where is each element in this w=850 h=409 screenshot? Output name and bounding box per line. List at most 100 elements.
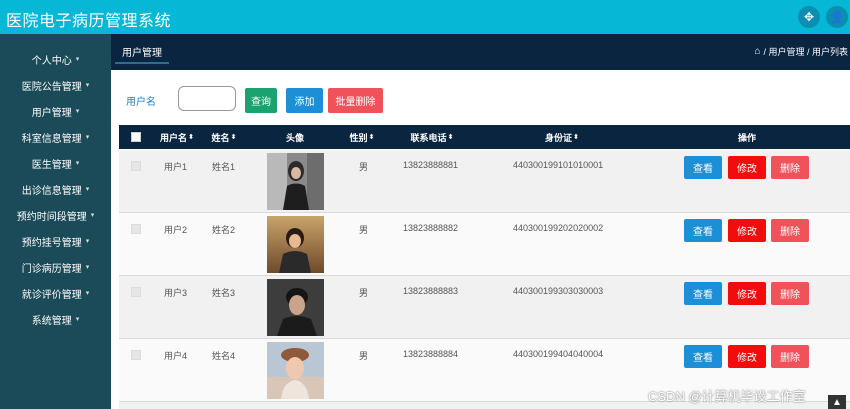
- edit-button[interactable]: 修改: [728, 345, 766, 368]
- chevron-down-icon: ▾: [90, 212, 95, 219]
- cell-id-card: 440300199303030003: [513, 286, 604, 296]
- cell-name: 姓名2: [212, 225, 236, 235]
- edit-button[interactable]: 修改: [728, 219, 766, 242]
- cell-phone: 13823888882: [403, 223, 459, 233]
- avatar: [267, 279, 324, 336]
- avatar: [267, 216, 324, 273]
- sort-icon[interactable]: ⬍: [231, 133, 237, 141]
- query-button[interactable]: 查询: [245, 88, 277, 113]
- row-checkbox[interactable]: [131, 161, 141, 171]
- sidebar-item-label: 用户管理: [31, 107, 72, 119]
- app-title: 医院电子病历管理系统: [6, 13, 172, 30]
- cell-id-card: 440300199404040004: [513, 349, 604, 359]
- breadcrumb: ⌂ / 用户管理 / 用户列表: [754, 45, 848, 58]
- cell-gender: 男: [359, 351, 369, 361]
- cell-id-card: 440300199202020002: [513, 223, 604, 233]
- delete-button[interactable]: 删除: [771, 282, 809, 305]
- delete-button[interactable]: 删除: [771, 219, 809, 242]
- chevron-down-icon: ▾: [75, 108, 80, 115]
- column-header-gender[interactable]: 性别 ⬍: [347, 125, 377, 149]
- select-all-checkbox[interactable]: [131, 132, 141, 142]
- top-bar: 医院电子病历管理系统 ✥ 👤: [0, 0, 850, 34]
- chevron-down-icon: ▾: [85, 186, 90, 193]
- sort-icon[interactable]: ⬍: [573, 133, 579, 141]
- chevron-down-icon: ▾: [85, 264, 90, 271]
- user-icon[interactable]: 👤: [826, 6, 848, 28]
- row-checkbox[interactable]: [131, 287, 141, 297]
- cell-id-card: 440300199101010001: [513, 160, 604, 170]
- column-header-label: 联系电话: [410, 132, 447, 143]
- column-header-actions: 操作: [737, 132, 756, 143]
- view-button[interactable]: 查看: [684, 156, 722, 179]
- home-icon[interactable]: ⌂: [754, 46, 760, 57]
- column-header-label: 性别: [349, 132, 368, 143]
- edit-button[interactable]: 修改: [728, 156, 766, 179]
- tab-user-management[interactable]: 用户管理: [115, 40, 169, 64]
- sidebar-item[interactable]: 系统管理 ▾: [0, 306, 111, 332]
- sidebar-item[interactable]: 个人中心 ▾: [0, 46, 111, 72]
- username-search-input[interactable]: [178, 86, 236, 111]
- column-header-label: 身份证: [545, 132, 573, 143]
- edit-button[interactable]: 修改: [728, 282, 766, 305]
- column-header-username[interactable]: 用户名 ⬍: [159, 125, 195, 149]
- sidebar-item-label: 预约挂号管理: [21, 237, 82, 249]
- sidebar-item[interactable]: 医生管理 ▾: [0, 150, 111, 176]
- search-label: 用户名: [126, 97, 156, 108]
- column-header-label: 姓名: [211, 132, 230, 143]
- nav-bar: 用户管理 ⌂ / 用户管理 / 用户列表: [111, 34, 850, 70]
- chevron-down-icon: ▾: [75, 56, 80, 63]
- sidebar-item-label: 医院公告管理: [21, 81, 82, 93]
- watermark: CSDN @计算机毕设工作室: [648, 389, 806, 404]
- column-header-name[interactable]: 姓名 ⬍: [209, 125, 239, 149]
- cell-username: 用户1: [164, 162, 188, 172]
- add-button[interactable]: 添加: [286, 88, 323, 113]
- breadcrumb-text: / 用户管理 / 用户列表: [763, 47, 848, 57]
- column-header-label: 用户名: [160, 132, 188, 143]
- row-checkbox[interactable]: [131, 350, 141, 360]
- cell-username: 用户4: [164, 351, 188, 361]
- sidebar-item[interactable]: 科室信息管理 ▾: [0, 124, 111, 150]
- fullscreen-icon[interactable]: ✥: [798, 6, 820, 28]
- batch-delete-button[interactable]: 批量删除: [328, 88, 383, 113]
- sidebar-item-label: 系统管理: [31, 315, 72, 327]
- view-button[interactable]: 查看: [684, 282, 722, 305]
- sidebar-item[interactable]: 出诊信息管理 ▾: [0, 176, 111, 202]
- sidebar-item[interactable]: 预约挂号管理 ▾: [0, 228, 111, 254]
- column-header-id-card[interactable]: 身份证 ⬍: [539, 125, 585, 149]
- cell-username: 用户2: [164, 225, 188, 235]
- column-header-phone[interactable]: 联系电话 ⬍: [404, 125, 460, 149]
- cell-phone: 13823888884: [403, 349, 459, 359]
- cell-gender: 男: [359, 162, 369, 172]
- delete-button[interactable]: 删除: [771, 156, 809, 179]
- chevron-down-icon: ▾: [75, 160, 80, 167]
- sidebar-item-label: 出诊信息管理: [21, 185, 82, 197]
- chevron-down-icon: ▾: [75, 316, 80, 323]
- chevron-down-icon: ▾: [85, 290, 90, 297]
- avatar: [267, 153, 324, 210]
- cell-name: 姓名3: [212, 288, 236, 298]
- table-header: 用户名 ⬍ 姓名 ⬍ 头像 性别 ⬍ 联系电话 ⬍ 身份证 ⬍ 操作: [119, 125, 850, 149]
- row-checkbox[interactable]: [131, 224, 141, 234]
- sort-icon[interactable]: ⬍: [448, 133, 454, 141]
- view-button[interactable]: 查看: [684, 345, 722, 368]
- chevron-down-icon: ▾: [85, 238, 90, 245]
- sort-icon[interactable]: ⬍: [369, 133, 375, 141]
- delete-button[interactable]: 删除: [771, 345, 809, 368]
- sidebar-item-label: 门诊病历管理: [21, 263, 82, 275]
- cell-name: 姓名4: [212, 351, 236, 361]
- view-button[interactable]: 查看: [684, 219, 722, 242]
- sort-icon[interactable]: ⬍: [188, 133, 194, 141]
- scroll-to-top-icon[interactable]: ▲: [828, 395, 846, 409]
- sidebar-item-label: 预约时间段管理: [16, 211, 87, 223]
- sidebar-item[interactable]: 医院公告管理 ▾: [0, 72, 111, 98]
- cell-name: 姓名1: [212, 162, 236, 172]
- cell-gender: 男: [359, 225, 369, 235]
- cell-gender: 男: [359, 288, 369, 298]
- cell-username: 用户3: [164, 288, 188, 298]
- sidebar-item-label: 就诊评价管理: [21, 289, 82, 301]
- sidebar-item[interactable]: 门诊病历管理 ▾: [0, 254, 111, 280]
- sidebar-item[interactable]: 就诊评价管理 ▾: [0, 280, 111, 306]
- sidebar-item[interactable]: 用户管理 ▾: [0, 98, 111, 124]
- column-header-avatar: 头像: [285, 132, 304, 143]
- sidebar-item[interactable]: 预约时间段管理 ▾: [0, 202, 111, 228]
